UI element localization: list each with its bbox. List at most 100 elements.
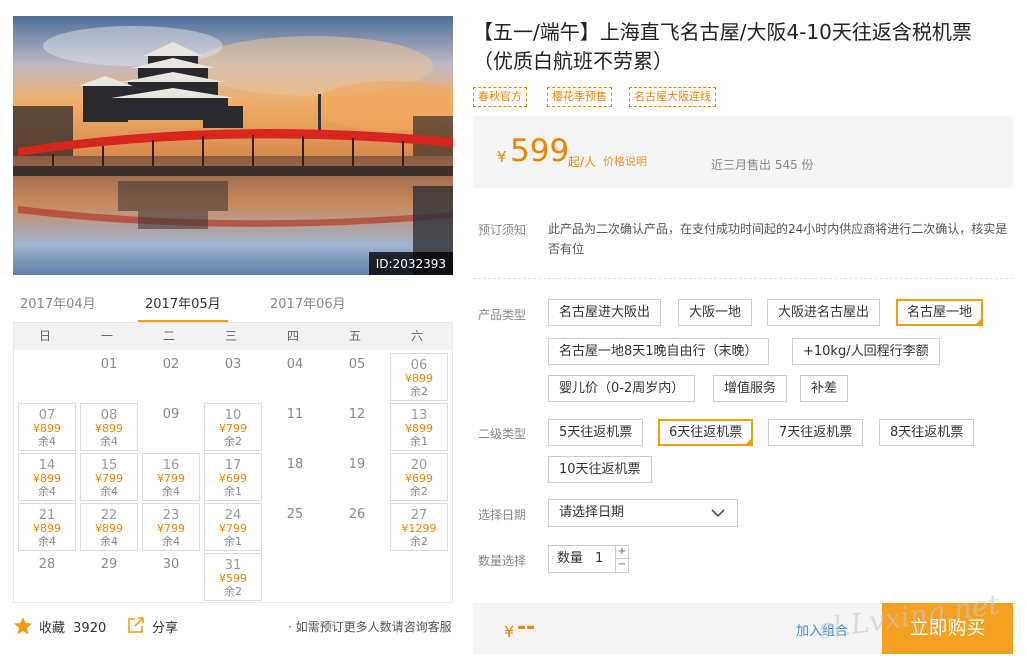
date-select-value: 请选择日期 (559, 505, 625, 520)
product-type-option[interactable]: 大阪进名古屋出 (767, 299, 881, 326)
calendar-day-price: ¥799 (157, 472, 185, 485)
product-type-option[interactable]: 补差 (800, 375, 849, 402)
total-currency: ¥ (504, 622, 515, 641)
calendar-day-available[interactable]: 14 ¥899 余4 (18, 453, 76, 501)
month-tab-may[interactable]: 2017年05月 (138, 296, 228, 322)
quantity-increase-button[interactable]: + (615, 546, 628, 559)
date-label: 选择日期 (478, 508, 527, 522)
calendar-day-price: ¥899 (95, 422, 123, 435)
weekday-label: 六 (410, 329, 423, 343)
sub-type-option-selected[interactable]: 6天往返机票 (658, 419, 754, 446)
star-icon[interactable] (13, 616, 33, 636)
calendar-day-number: 19 (348, 457, 366, 472)
calendar-day: 25 (266, 503, 324, 551)
share-button[interactable]: 分享 (152, 617, 178, 636)
calendar-day-number: 26 (348, 507, 366, 522)
calendar-day-price: ¥899 (33, 422, 61, 435)
product-type-option[interactable]: 名古屋进大阪出 (548, 299, 662, 326)
calendar-day-number: 16 (162, 458, 180, 473)
quantity-decrease-button[interactable]: − (615, 559, 628, 572)
product-title: 【五一/端午】上海直飞名古屋/大阪4-10天往返含税机票（优质白航班不劳累） (473, 20, 972, 73)
calendar-day-number: 01 (100, 357, 118, 372)
sub-type-option[interactable]: 10天往返机票 (548, 456, 652, 483)
tag-sakura-presale: 樱花季预售 (547, 87, 612, 107)
calendar-day-remaining: 余4 (38, 535, 56, 548)
calendar-day-available[interactable]: 07 ¥899 余4 (18, 403, 76, 451)
calendar-day: 11 (266, 403, 324, 451)
calendar-day-available[interactable]: 21 ¥899 余4 (18, 503, 76, 551)
sub-type-option[interactable]: 7天往返机票 (768, 419, 864, 446)
share-icon[interactable] (127, 616, 145, 634)
calendar-day-available[interactable]: 13 ¥899 余1 (390, 403, 448, 451)
add-to-combo-link[interactable]: 加入组合 (796, 620, 848, 639)
calendar-day-available[interactable]: 17 ¥699 余1 (204, 453, 262, 501)
price-amount: 599 (510, 133, 570, 169)
consult-note: · 如需预订更多人数请咨询客服 (288, 620, 452, 634)
calendar-day-available[interactable]: 31 ¥599 余2 (204, 553, 262, 601)
calendar-day: 03 (204, 353, 262, 401)
calendar-day-number: 29 (100, 557, 118, 572)
product-type-option-selected[interactable]: 名古屋一地 (896, 299, 984, 326)
month-tab-june[interactable]: 2017年06月 (270, 296, 346, 322)
month-tab-april[interactable]: 2017年04月 (20, 296, 96, 322)
calendar-day: 01 (80, 353, 138, 401)
sub-type-option[interactable]: 5天往返机票 (548, 419, 644, 446)
product-type-option[interactable]: 名古屋一地8天1晚自由行（末晚） (548, 338, 769, 365)
calendar-day-remaining: 余1 (224, 535, 242, 548)
quantity-label: 数量选择 (478, 554, 527, 568)
calendar-day-available[interactable]: 15 ¥799 余4 (80, 453, 138, 501)
product-type-option[interactable]: 大阪一地 (678, 299, 753, 326)
calendar-day-remaining: 余4 (38, 485, 56, 498)
calendar-day-remaining: 余2 (410, 385, 428, 398)
date-select[interactable]: 请选择日期 (548, 499, 738, 527)
calendar-day-number: 10 (224, 408, 242, 423)
calendar-day-number: 27 (410, 508, 428, 523)
weekday-label: 日 (38, 329, 51, 343)
weekday-label: 五 (348, 329, 361, 343)
product-type-option[interactable]: +10kg/人回程行李额 (792, 338, 940, 365)
calendar-day-price: ¥899 (405, 422, 433, 435)
weekday-label: 二 (162, 329, 175, 343)
calendar-day-remaining: 余4 (162, 485, 180, 498)
calendar-day-available[interactable]: 16 ¥799 余4 (142, 453, 200, 501)
calendar-day-available[interactable]: 20 ¥699 余2 (390, 453, 448, 501)
calendar-day-number: 22 (100, 508, 118, 523)
quantity-input[interactable]: 1 (595, 546, 603, 572)
price-explain-link[interactable]: 价格说明 (603, 153, 647, 169)
calendar-day-available[interactable]: 23 ¥799 余4 (142, 503, 200, 551)
calendar-day-number: 30 (162, 557, 180, 572)
calendar-day-remaining: 余4 (38, 435, 56, 448)
calendar-day-available[interactable]: 10 ¥799 余2 (204, 403, 262, 451)
sub-type-label: 二级类型 (478, 427, 527, 441)
calendar-day-available[interactable]: 24 ¥799 余1 (204, 503, 262, 551)
calendar-day-available[interactable]: 22 ¥899 余4 (80, 503, 138, 551)
calendar-day: 12 (328, 403, 386, 451)
weekday-label: 四 (286, 329, 299, 343)
calendar-day: 26 (328, 503, 386, 551)
calendar-day-remaining: 余2 (410, 535, 428, 548)
buy-now-button[interactable]: 立即购买 (882, 603, 1013, 654)
castle-photo-image (13, 16, 453, 275)
notice-label: 预订须知 (478, 223, 527, 237)
product-type-option[interactable]: 增值服务 (713, 375, 788, 402)
calendar-day-price: ¥799 (219, 522, 247, 535)
calendar-day-price: ¥899 (33, 472, 61, 485)
favorite-button[interactable]: 收藏 3920 (39, 617, 106, 636)
product-type-option[interactable]: 婴儿价（0-2周岁内） (548, 375, 696, 402)
product-photo: ID:2032393 (13, 16, 453, 275)
calendar-day-available[interactable]: 27 ¥1299 余2 (390, 503, 448, 551)
calendar-day-price: ¥899 (33, 522, 61, 535)
chevron-down-icon (711, 509, 725, 518)
calendar-day-price: ¥799 (219, 422, 247, 435)
calendar-day-price: ¥799 (157, 522, 185, 535)
calendar-day-available[interactable]: 06 ¥899 余2 (390, 353, 448, 401)
quantity-stepper: 数量 1 + − (548, 545, 629, 573)
calendar-day-available[interactable]: 08 ¥899 余4 (80, 403, 138, 451)
weekday-label: 三 (224, 329, 237, 343)
calendar-day-price: ¥699 (405, 472, 433, 485)
calendar-day-number: 09 (162, 407, 180, 422)
calendar-day-remaining: 余4 (100, 435, 118, 448)
calendar-day: 30 (142, 553, 200, 601)
calendar-day: 05 (328, 353, 386, 401)
sub-type-option[interactable]: 8天往返机票 (879, 419, 975, 446)
